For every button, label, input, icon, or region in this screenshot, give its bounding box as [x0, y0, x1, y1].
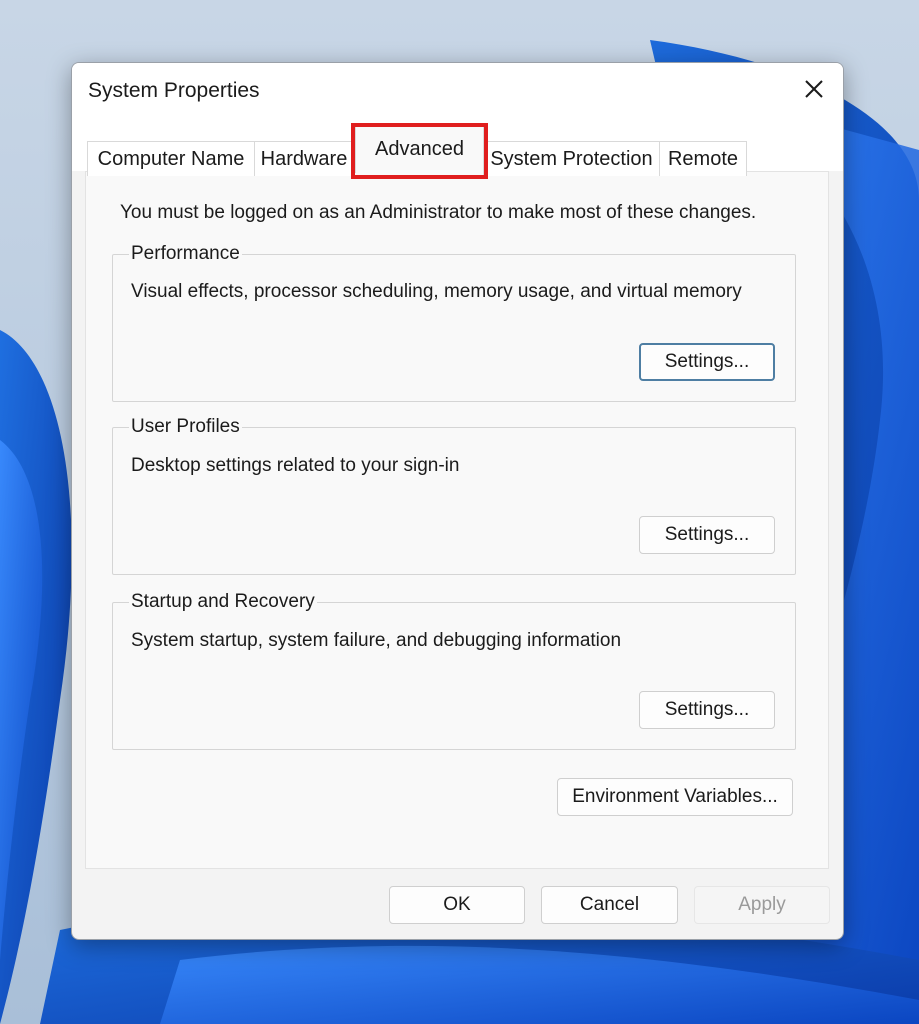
close-icon: [805, 80, 823, 98]
admin-note: You must be logged on as an Administrato…: [120, 202, 757, 223]
title-bar: System Properties: [72, 63, 843, 119]
startup-recovery-settings-button[interactable]: Settings...: [639, 691, 775, 729]
user-profiles-description: Desktop settings related to your sign-in: [131, 455, 460, 476]
ok-button[interactable]: OK: [389, 886, 525, 924]
startup-recovery-title: Startup and Recovery: [129, 591, 317, 613]
user-profiles-title: User Profiles: [129, 416, 242, 438]
performance-settings-button[interactable]: Settings...: [639, 343, 775, 381]
close-button[interactable]: [785, 63, 843, 115]
apply-button[interactable]: Apply: [694, 886, 830, 924]
window-title: System Properties: [88, 79, 260, 102]
performance-title: Performance: [129, 243, 242, 265]
user-profiles-settings-button[interactable]: Settings...: [639, 516, 775, 554]
tab-remote[interactable]: Remote: [659, 141, 747, 176]
environment-variables-button[interactable]: Environment Variables...: [557, 778, 793, 816]
tab-hardware[interactable]: Hardware: [254, 141, 354, 176]
tab-advanced[interactable]: Advanced: [355, 125, 484, 173]
tab-system-protection[interactable]: System Protection: [483, 141, 660, 176]
startup-recovery-description: System startup, system failure, and debu…: [131, 630, 622, 651]
cancel-button[interactable]: Cancel: [541, 886, 678, 924]
performance-description: Visual effects, processor scheduling, me…: [131, 281, 742, 302]
system-properties-window: System Properties Computer Name Hardware…: [71, 62, 844, 940]
tab-computer-name[interactable]: Computer Name: [87, 141, 255, 176]
